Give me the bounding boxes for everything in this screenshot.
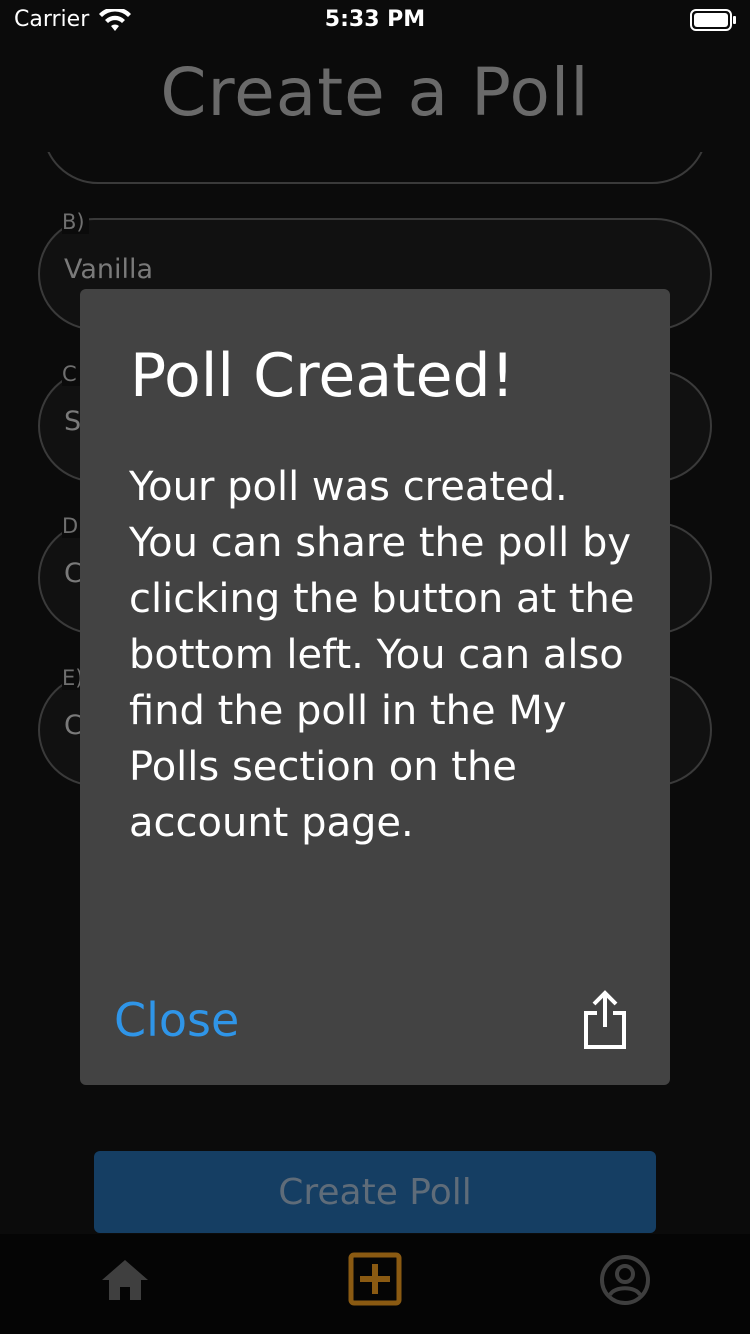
dialog-title: Poll Created! bbox=[130, 341, 515, 411]
account-circle-icon[interactable] bbox=[599, 1254, 651, 1306]
create-poll-button[interactable]: Create Poll bbox=[94, 1151, 656, 1233]
share-icon bbox=[584, 990, 626, 1049]
option-b-value: Vanilla bbox=[64, 254, 154, 285]
poll-created-dialog: Poll Created! Your poll was created. You… bbox=[80, 289, 670, 1085]
add-box-icon[interactable] bbox=[348, 1252, 402, 1306]
screen: Carrier 5:33 PM Create a Poll Vanilla B)… bbox=[0, 0, 750, 1334]
close-button[interactable]: Close bbox=[114, 993, 239, 1047]
share-button[interactable] bbox=[580, 989, 630, 1051]
clock: 5:33 PM bbox=[324, 7, 426, 32]
option-c-value: S bbox=[64, 406, 82, 437]
tab-bar bbox=[0, 1234, 750, 1334]
status-bar: Carrier 5:33 PM bbox=[0, 0, 750, 40]
page-title: Create a Poll bbox=[160, 54, 590, 131]
home-icon[interactable] bbox=[100, 1256, 150, 1304]
battery-icon bbox=[690, 9, 736, 31]
option-b-label: B) bbox=[62, 210, 89, 234]
option-a-field[interactable] bbox=[42, 152, 708, 184]
option-c-label: C bbox=[62, 362, 81, 386]
dialog-message: Your poll was created. You can share the… bbox=[129, 464, 635, 846]
